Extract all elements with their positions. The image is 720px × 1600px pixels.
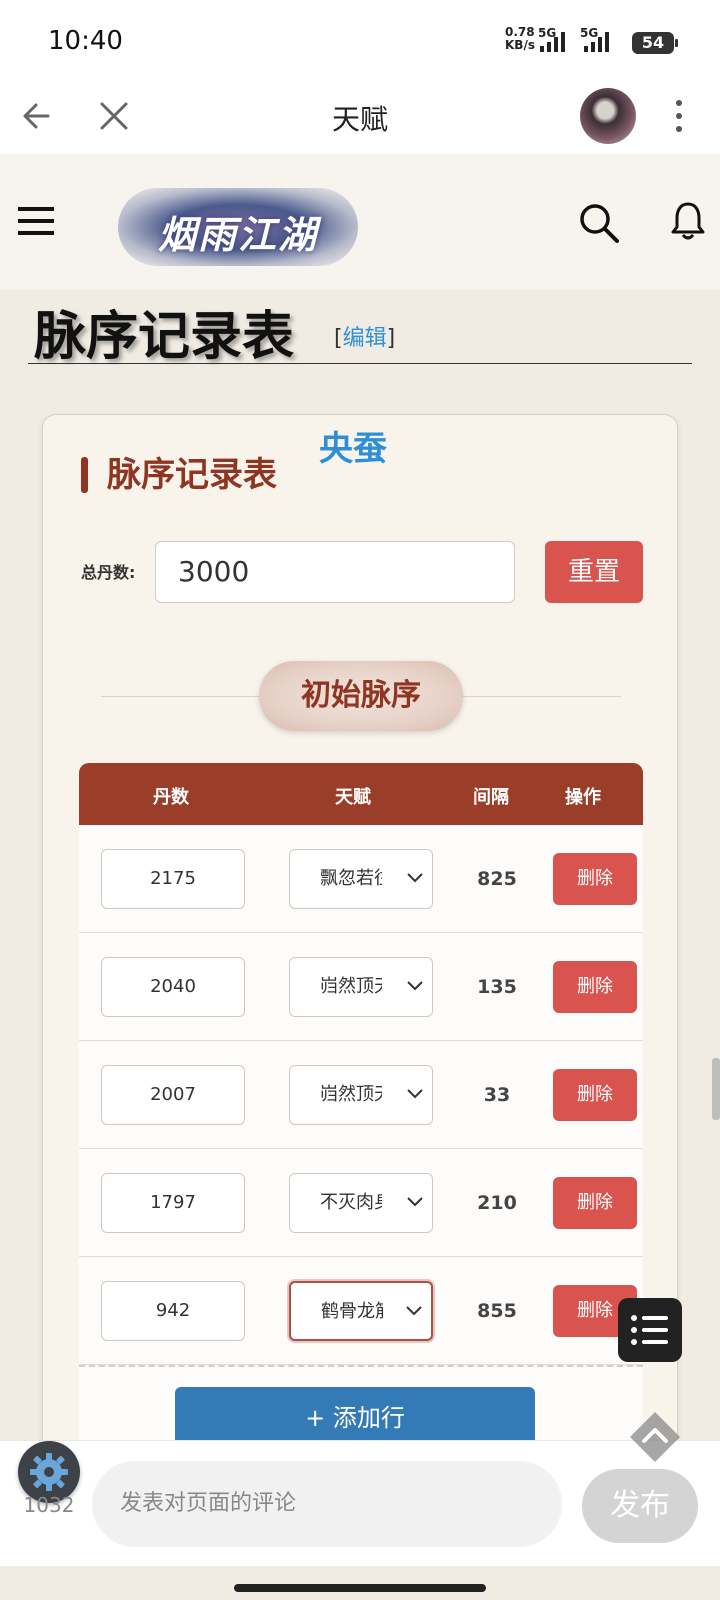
dan-input[interactable]: 942 <box>101 1281 245 1341</box>
talent-table: 丹数 天赋 间隔 操作 2175 飘忽若往 825 删除 2040 岿然顶天 1… <box>79 763 643 1449</box>
signal-2-icon <box>584 32 609 52</box>
talent-select-value: 岿然顶天 <box>320 976 382 997</box>
comment-bar: 1032 发表对页面的评论 发布 <box>0 1440 720 1566</box>
table-row: 2007 岿然顶天 33 删除 <box>79 1041 643 1149</box>
edit-bracket-open: [ <box>334 326 343 351</box>
edit-bracket-close: ] <box>386 326 396 351</box>
add-row-area: + 添加行 <box>79 1367 643 1449</box>
delete-button[interactable]: 删除 <box>553 1069 637 1121</box>
total-dan-input[interactable]: 3000 <box>155 541 515 603</box>
chevron-down-icon <box>407 981 423 991</box>
character-name: 央蚕 <box>319 429 387 469</box>
comment-input[interactable]: 发表对页面的评论 <box>92 1461 562 1547</box>
header-action: 操作 <box>565 787 601 808</box>
total-dan-label: 总丹数: <box>81 563 136 582</box>
chevron-up-icon[interactable] <box>628 1410 682 1464</box>
scroll-indicator[interactable] <box>712 1058 720 1120</box>
delete-button[interactable]: 删除 <box>553 961 637 1013</box>
status-time: 10:40 <box>48 26 123 56</box>
table-row: 1797 不灭肉身 210 删除 <box>79 1149 643 1257</box>
page-heading: 脉序记录表 [编辑] <box>28 290 692 367</box>
more-vertical-icon[interactable] <box>664 96 694 136</box>
table-row: 2040 岿然顶天 135 删除 <box>79 933 643 1041</box>
edit-section: [编辑] <box>334 320 395 352</box>
talent-select[interactable]: 不灭肉身 <box>289 1173 433 1233</box>
gap-value: 825 <box>477 868 517 890</box>
chevron-down-icon <box>406 1306 422 1316</box>
header-dan: 丹数 <box>153 787 189 808</box>
chevron-down-icon <box>407 1089 423 1099</box>
site-logo-text: 烟雨江湖 <box>157 212 318 257</box>
hamburger-menu-icon[interactable] <box>18 204 56 238</box>
talent-select-value: 岿然顶天 <box>320 1084 382 1105</box>
talent-select[interactable]: 鹤骨龙筋 <box>289 1281 433 1341</box>
post-button[interactable]: 发布 <box>582 1469 698 1543</box>
initial-order-section: 初始脉序 <box>259 661 463 731</box>
table-row: 2175 飘忽若往 825 删除 <box>79 825 643 933</box>
talent-select-value: 鹤骨龙筋 <box>321 1301 383 1322</box>
delete-button[interactable]: 删除 <box>553 1177 637 1229</box>
avatar[interactable] <box>580 88 636 144</box>
gap-value: 210 <box>477 1192 517 1214</box>
table-row: 942 鹤骨龙筋 855 删除 <box>79 1257 643 1365</box>
dan-input[interactable]: 1797 <box>101 1173 245 1233</box>
header-talent: 天赋 <box>335 787 371 808</box>
network-speed-unit: KB/s <box>505 38 535 52</box>
delete-button[interactable]: 删除 <box>553 853 637 905</box>
card-title: 脉序记录表 <box>81 455 277 495</box>
site-header: 烟雨江湖 <box>0 154 720 290</box>
talent-select[interactable]: 岿然顶天 <box>289 1065 433 1125</box>
list-icon[interactable] <box>618 1298 682 1362</box>
gap-value: 135 <box>477 976 517 998</box>
gap-value: 855 <box>477 1300 517 1322</box>
talent-select[interactable]: 岿然顶天 <box>289 957 433 1017</box>
battery-icon: 54 <box>632 32 678 54</box>
talent-select[interactable]: 飘忽若往 <box>289 849 433 909</box>
signal-1-icon <box>540 32 565 52</box>
table-header: 丹数 天赋 间隔 操作 <box>79 763 643 825</box>
header-gap: 间隔 <box>473 787 509 808</box>
page-title: 脉序记录表 <box>34 306 295 367</box>
talent-select-value: 不灭肉身 <box>320 1192 382 1213</box>
network-speed: 0.78 KB/s <box>505 26 535 52</box>
chevron-down-icon <box>407 1197 423 1207</box>
edit-link[interactable]: 编辑 <box>343 326 387 351</box>
search-icon[interactable] <box>578 202 620 244</box>
app-bar: 天赋 <box>0 80 720 154</box>
gap-value: 33 <box>483 1084 511 1106</box>
reset-button[interactable]: 重置 <box>545 541 643 603</box>
comment-count: 1032 <box>23 1493 75 1517</box>
site-logo[interactable]: 烟雨江湖 <box>118 188 358 266</box>
chevron-down-icon <box>407 873 423 883</box>
dan-input[interactable]: 2040 <box>101 957 245 1017</box>
home-indicator[interactable] <box>234 1584 486 1592</box>
status-bar: 10:40 0.78 KB/s 5G 5G 54 <box>0 0 720 80</box>
talent-select-value: 飘忽若往 <box>320 868 382 889</box>
dan-input[interactable]: 2175 <box>101 849 245 909</box>
bell-icon[interactable] <box>670 200 706 242</box>
dan-input[interactable]: 2007 <box>101 1065 245 1125</box>
record-card: 央蚕 脉序记录表 总丹数: 3000 重置 初始脉序 丹数 天赋 间隔 操作 2… <box>42 414 678 1464</box>
